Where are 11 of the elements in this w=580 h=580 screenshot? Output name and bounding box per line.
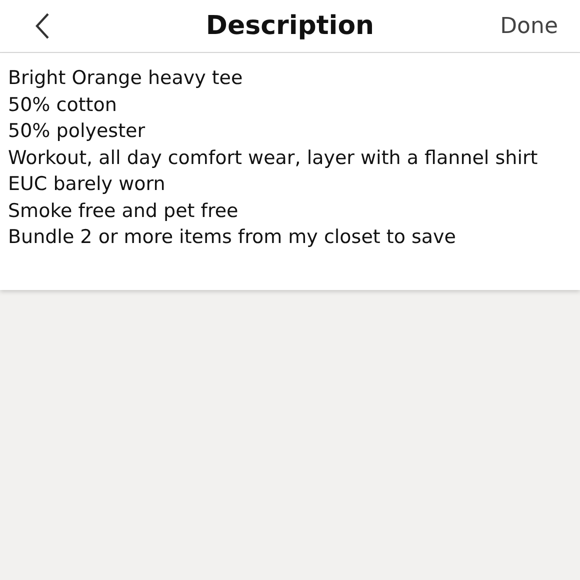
description-line: 50% cotton xyxy=(8,92,118,118)
description-line: Bundle 2 or more items from my closet to save xyxy=(8,225,457,250)
done-button[interactable]: Done xyxy=(500,14,558,38)
back-icon xyxy=(34,12,50,40)
description-line: EUC barely worn xyxy=(8,172,166,197)
page-title: Description xyxy=(204,11,376,41)
description-line: Smoke free and pet free xyxy=(8,198,240,224)
description-line: Workout, all day comfort wear, layer with a flannel shirt xyxy=(8,146,539,170)
description-field[interactable]: Bright Orange heavy tee 50% cotton 50% polyester Workout, all day comfort wear, layer with a flannel shirt EUC barely worn Smoke free and pet free Bundle 2 or more items from my closet to save xyxy=(0,53,580,290)
description-line: 50% polyester xyxy=(8,119,146,144)
description-line: Bright Orange heavy tee xyxy=(8,66,244,91)
